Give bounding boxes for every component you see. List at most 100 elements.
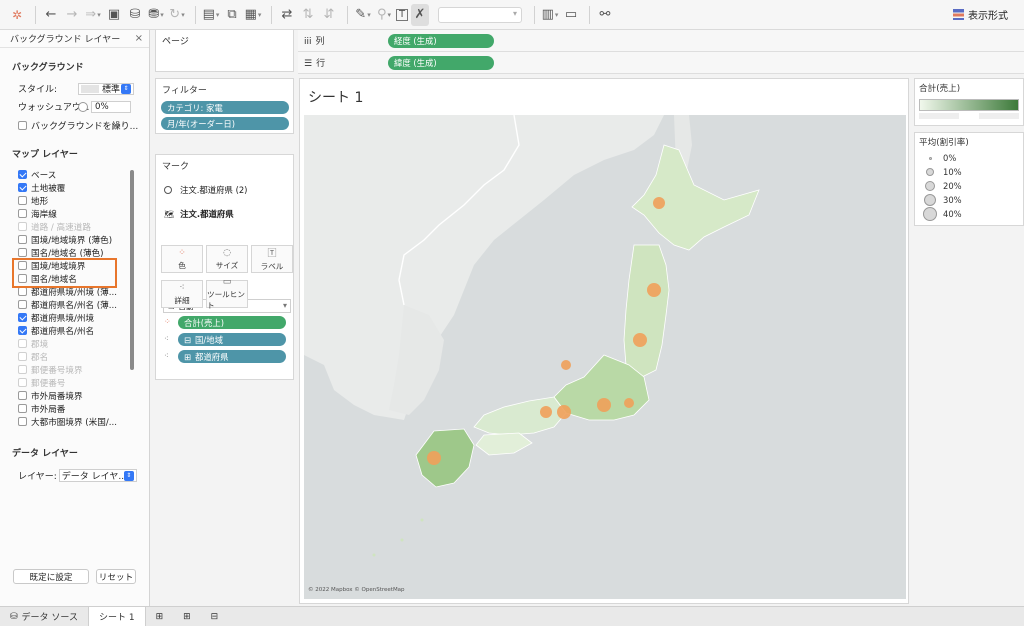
label-button[interactable]: 🅃 ラベル [251, 245, 293, 273]
detail-button[interactable]: ⁖ 詳細 [161, 280, 203, 308]
clear-icon[interactable]: ▦ ▾ [244, 4, 262, 26]
datasource-tab[interactable]: ⛁ データ ソース [0, 607, 88, 626]
fix-axes-icon[interactable]: ✗ [411, 3, 429, 26]
close-icon[interactable]: × [135, 33, 143, 44]
rows-shelf[interactable]: ☰ 行 緯度 (生成) [298, 52, 1024, 74]
size-legend-item[interactable]: 10% [915, 165, 1023, 179]
map-layer-checkbox[interactable] [18, 183, 27, 192]
filters-card[interactable]: フィルター カテゴリ: 家電 月/年(オーダー日) [155, 78, 294, 134]
map-layer-item[interactable]: 市外局番 [18, 402, 130, 415]
sales-bubble[interactable] [557, 405, 571, 419]
pages-card[interactable]: ページ [155, 30, 294, 72]
map-layer-checkbox[interactable] [18, 235, 27, 244]
new-dashboard-icon[interactable]: ⊞ [173, 607, 201, 626]
filter-pill-category[interactable]: カテゴリ: 家電 [161, 101, 289, 114]
sort-asc-icon[interactable]: ⇅ [299, 4, 317, 26]
map-layer-checkbox[interactable] [18, 170, 27, 179]
map-layer-checkbox[interactable] [18, 248, 27, 257]
map-layer-item[interactable]: 大都市圏境界 (米国/... [18, 415, 130, 428]
sort-desc-icon[interactable]: ⇵ [320, 4, 338, 26]
map-layer-checkbox[interactable] [18, 196, 27, 205]
map[interactable] [304, 115, 906, 599]
map-layer-checkbox[interactable] [18, 313, 27, 322]
washout-input[interactable]: 0% [91, 100, 131, 113]
rows-pill[interactable]: 緯度 (生成) [388, 55, 494, 70]
map-layer-item[interactable]: 市外局番境界 [18, 389, 130, 402]
marks-pill-prefecture[interactable]: ⊞ 都道府県 [178, 350, 286, 363]
pause-icon[interactable]: ⛃ ▾ [147, 4, 165, 26]
map-layer-item[interactable]: 都道府県名/州名 (薄... [18, 298, 130, 311]
marks-pill-sales[interactable]: 合計(売上) [178, 316, 286, 329]
sales-bubble[interactable] [647, 283, 661, 297]
size-legend[interactable]: 平均(割引率) 0% 10% 20% 30% 40% [914, 132, 1024, 226]
map-layer-checkbox[interactable] [18, 209, 27, 218]
map-layer-item[interactable]: 都道府県境/州境 [18, 311, 130, 324]
map-layer-checkbox[interactable] [18, 365, 27, 374]
map-layer-checkbox[interactable] [18, 404, 27, 413]
repeat-bg-checkbox[interactable] [18, 121, 27, 130]
marks-layer-map[interactable]: 🗺 注文.都道府県 [164, 208, 234, 220]
highlight-icon[interactable]: ✎ ▾ [354, 4, 372, 26]
map-credit[interactable]: © 2022 Mapbox © OpenStreetMap [308, 587, 405, 593]
marks-pill-country[interactable]: ⊟ 国/地域 [178, 333, 286, 346]
show-me-button[interactable]: 表示形式 [953, 7, 1008, 22]
size-legend-item[interactable]: 40% [915, 207, 1023, 221]
reset-button[interactable]: リセット [96, 569, 136, 584]
map-layer-checkbox[interactable] [18, 300, 27, 309]
map-layer-item[interactable]: 地形 [18, 194, 130, 207]
size-button[interactable]: ◌ サイズ [206, 245, 248, 273]
fit-select[interactable] [438, 6, 522, 23]
map-layer-item[interactable]: 土地被覆 [18, 181, 130, 194]
map-layer-item[interactable]: 郵便番号境界 [18, 363, 130, 376]
replay-icon[interactable]: ⇒ ▾ [84, 4, 102, 26]
new-story-icon[interactable]: ⊟ [201, 607, 229, 626]
refresh-icon[interactable]: ↻ ▾ [168, 4, 186, 26]
columns-pill[interactable]: 経度 (生成) [388, 33, 494, 48]
washout-slider[interactable] [78, 101, 88, 112]
map-layer-checkbox[interactable] [18, 417, 27, 426]
map-layer-item[interactable]: 都道府県名/州名 [18, 324, 130, 337]
sales-bubble[interactable] [427, 451, 441, 465]
show-cards-icon[interactable]: ▥ ▾ [541, 4, 559, 26]
undo-icon[interactable]: ← [42, 4, 60, 26]
sales-bubble[interactable] [540, 406, 552, 418]
group-icon[interactable]: ⚲ ▾ [375, 4, 393, 26]
map-layer-checkbox[interactable] [18, 352, 27, 361]
map-layer-checkbox[interactable] [18, 287, 27, 296]
save-icon[interactable]: ▣ [105, 4, 123, 26]
share-icon[interactable]: ⚯ [596, 4, 614, 26]
map-layer-checkbox[interactable] [18, 378, 27, 387]
map-layer-checkbox[interactable] [18, 391, 27, 400]
sales-bubble[interactable] [561, 360, 571, 370]
color-button[interactable]: ⁘ 色 [161, 245, 203, 273]
filter-pill-month[interactable]: 月/年(オーダー日) [161, 117, 289, 130]
new-datasource-icon[interactable]: ⛁ [126, 4, 144, 26]
redo-icon[interactable]: → [63, 4, 81, 26]
sales-bubble[interactable] [653, 197, 665, 209]
map-layer-checkbox[interactable] [18, 339, 27, 348]
map-layer-item[interactable]: 郡境 [18, 337, 130, 350]
color-legend[interactable]: 合計(売上) [914, 78, 1024, 126]
duplicate-icon[interactable]: ⧉ [223, 4, 241, 26]
style-select[interactable]: 標準 ⇕ [78, 82, 134, 95]
map-layer-item[interactable]: ベース [18, 168, 130, 181]
sales-bubble[interactable] [597, 398, 611, 412]
sales-bubble[interactable] [624, 398, 634, 408]
map-layer-item[interactable]: 大都市圏名 (米国/... [18, 428, 130, 430]
map-layer-item[interactable]: 国境/地域境界 (薄色) [18, 233, 130, 246]
size-legend-item[interactable]: 30% [915, 193, 1023, 207]
sheet-tab[interactable]: シート 1 [87, 606, 146, 626]
marks-layer-circle[interactable]: 注文.都道府県 (2) [164, 184, 247, 196]
layer-list-scrollbar[interactable] [130, 170, 134, 370]
columns-shelf[interactable]: iii 列 経度 (生成) [298, 30, 1024, 52]
size-legend-item[interactable]: 0% [915, 151, 1023, 165]
swap-icon[interactable]: ⇄ [278, 4, 296, 26]
data-layer-select[interactable]: データ レイヤ... ⇕ [58, 469, 137, 482]
set-default-button[interactable]: 既定に設定 [13, 569, 89, 584]
tableau-logo-icon[interactable]: ✲ [8, 4, 26, 26]
presentation-icon[interactable]: ▭ [562, 4, 580, 26]
new-sheet-icon[interactable]: ▤ ▾ [202, 4, 220, 26]
sheet-title[interactable]: シート 1 [308, 87, 363, 107]
repeat-bg-row[interactable]: バックグラウンドを繰り... [18, 119, 138, 132]
map-layer-item[interactable]: 海岸線 [18, 207, 130, 220]
